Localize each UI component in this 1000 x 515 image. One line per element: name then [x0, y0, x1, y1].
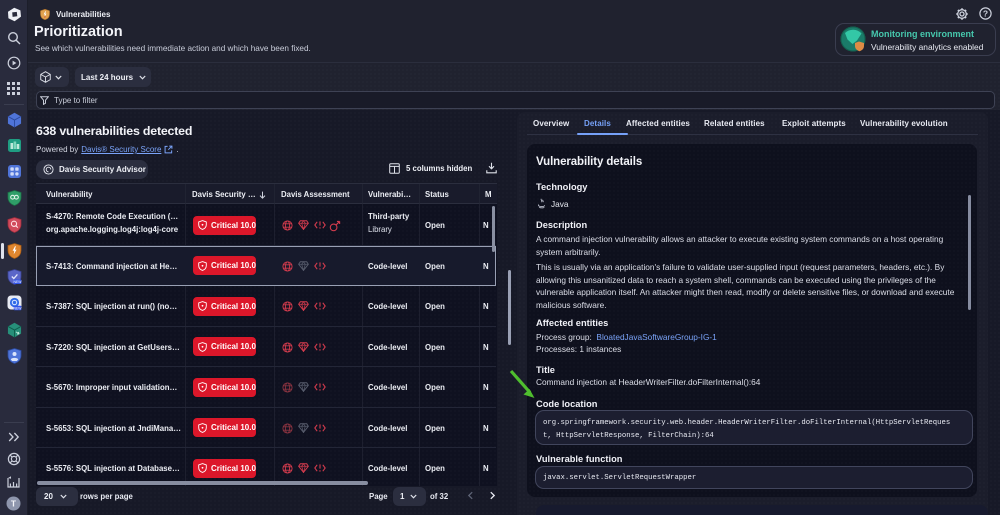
- svg-text:?: ?: [983, 8, 988, 18]
- svg-text:NEW: NEW: [14, 280, 22, 284]
- svg-text:NEW: NEW: [14, 306, 22, 310]
- svg-text:T: T: [11, 499, 17, 509]
